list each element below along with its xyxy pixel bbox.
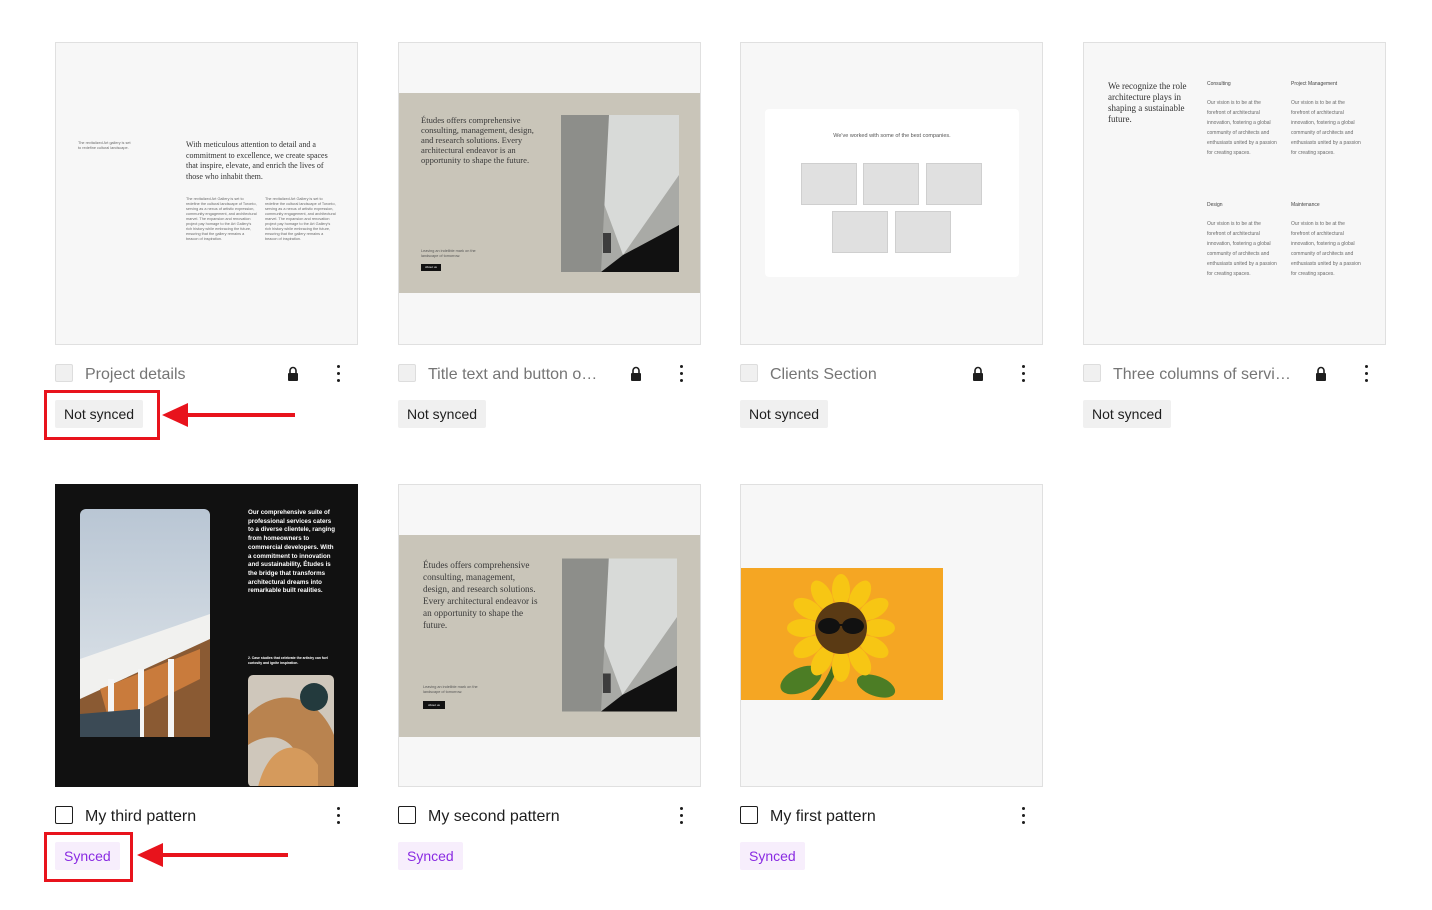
lock-icon — [1316, 366, 1326, 381]
sync-status-badge: Synced — [740, 842, 805, 870]
service-text: Our vision is to be at the forefront of … — [1291, 221, 1361, 277]
sync-status-badge: Synced — [398, 842, 463, 870]
pattern-preview[interactable]: The revitalized Art gallery is set to re… — [55, 42, 358, 345]
pattern-row: My third pattern — [55, 804, 358, 830]
select-checkbox[interactable] — [398, 364, 416, 382]
more-options-icon[interactable] — [334, 362, 342, 384]
pattern-title: My third pattern — [85, 808, 197, 825]
logo-placeholder — [895, 211, 951, 253]
service-name: Maintenance — [1291, 202, 1320, 208]
pattern-row: My second pattern — [398, 804, 701, 830]
preview-heading: We've worked with some of the best compa… — [833, 133, 951, 139]
service-name: Project Management — [1291, 81, 1338, 87]
sync-status-badge: Not synced — [740, 400, 829, 428]
select-checkbox[interactable] — [1083, 364, 1101, 382]
more-options-icon[interactable] — [677, 804, 685, 826]
select-checkbox[interactable] — [740, 806, 758, 824]
select-checkbox[interactable] — [740, 364, 758, 382]
service-name: Consulting — [1207, 81, 1231, 87]
more-options-icon[interactable] — [677, 362, 685, 384]
pattern-title: Three columns of servi… — [1113, 366, 1291, 383]
pattern-title: Clients Section — [770, 366, 877, 383]
preview-heading: Études offers comprehensive consulting, … — [423, 560, 538, 630]
preview-button: About us — [423, 701, 445, 709]
architecture-photo — [562, 558, 677, 712]
more-options-icon[interactable] — [334, 804, 342, 826]
arrow-left-icon — [137, 843, 288, 867]
more-options-icon[interactable] — [1019, 804, 1027, 826]
logo-placeholder — [926, 163, 982, 205]
more-options-icon[interactable] — [1362, 362, 1370, 384]
building-photo — [80, 509, 210, 737]
preview-button: About us — [421, 264, 441, 271]
pattern-title: Title text and button o… — [428, 366, 598, 383]
pattern-preview[interactable]: We've worked with some of the best compa… — [740, 42, 1043, 345]
pattern-preview[interactable]: Our comprehensive suite of professional … — [55, 484, 358, 787]
more-options-icon[interactable] — [1019, 362, 1027, 384]
pattern-preview[interactable] — [740, 484, 1043, 787]
pattern-row: Project details — [55, 362, 358, 388]
sunflower-image — [741, 568, 943, 700]
lock-icon — [288, 366, 298, 381]
sync-status-badge: Not synced — [398, 400, 487, 428]
architecture-photo — [561, 115, 679, 272]
service-text: Our vision is to be at the forefront of … — [1207, 221, 1277, 277]
preview-heading: Études offers comprehensive consulting, … — [421, 115, 534, 165]
preview-small-text: Leaving an indelible mark on the landsca… — [421, 249, 476, 258]
pattern-preview[interactable]: Études offers comprehensive consulting, … — [398, 42, 701, 345]
logo-placeholder — [801, 163, 857, 205]
preview-caption: 2. Case studies that celebrate the artis… — [248, 656, 328, 665]
highlight-box-not-synced — [44, 390, 160, 440]
preview-small-text: The revitalized Art gallery is set to re… — [78, 141, 131, 150]
arrow-left-icon — [162, 403, 295, 427]
select-checkbox[interactable] — [398, 806, 416, 824]
highlight-box-synced — [44, 832, 133, 882]
pattern-row: Clients Section — [740, 362, 1043, 388]
pattern-row: Title text and button o… — [398, 362, 701, 388]
pattern-preview[interactable]: We recognize the role architecture plays… — [1083, 42, 1386, 345]
pattern-title: My first pattern — [770, 808, 876, 825]
select-checkbox[interactable] — [55, 806, 73, 824]
pattern-preview[interactable]: Études offers comprehensive consulting, … — [398, 484, 701, 787]
logo-placeholder — [832, 211, 888, 253]
select-checkbox[interactable] — [55, 364, 73, 382]
lock-icon — [973, 366, 983, 381]
service-text: Our vision is to be at the forefront of … — [1291, 100, 1361, 156]
logo-placeholder — [863, 163, 919, 205]
service-text: Our vision is to be at the forefront of … — [1207, 100, 1277, 156]
pattern-row: My first pattern — [740, 804, 1043, 830]
sync-status-badge: Not synced — [1083, 400, 1172, 428]
preview-column-text: The revitalized Art Gallery is set to re… — [265, 197, 336, 241]
preview-column-text: The revitalized Art Gallery is set to re… — [186, 197, 257, 241]
pattern-row: Three columns of servi… — [1083, 362, 1386, 388]
service-name: Design — [1207, 202, 1223, 208]
pattern-title: My second pattern — [428, 808, 560, 825]
preview-small-text: Leaving an indelible mark on the landsca… — [423, 685, 478, 694]
pattern-title: Project details — [85, 366, 186, 383]
wood-spiral-photo — [248, 675, 334, 786]
preview-heading: With meticulous attention to detail and … — [186, 140, 328, 181]
lock-icon — [631, 366, 641, 381]
preview-heading: Our comprehensive suite of professional … — [248, 509, 335, 595]
preview-heading: We recognize the role architecture plays… — [1108, 81, 1187, 124]
